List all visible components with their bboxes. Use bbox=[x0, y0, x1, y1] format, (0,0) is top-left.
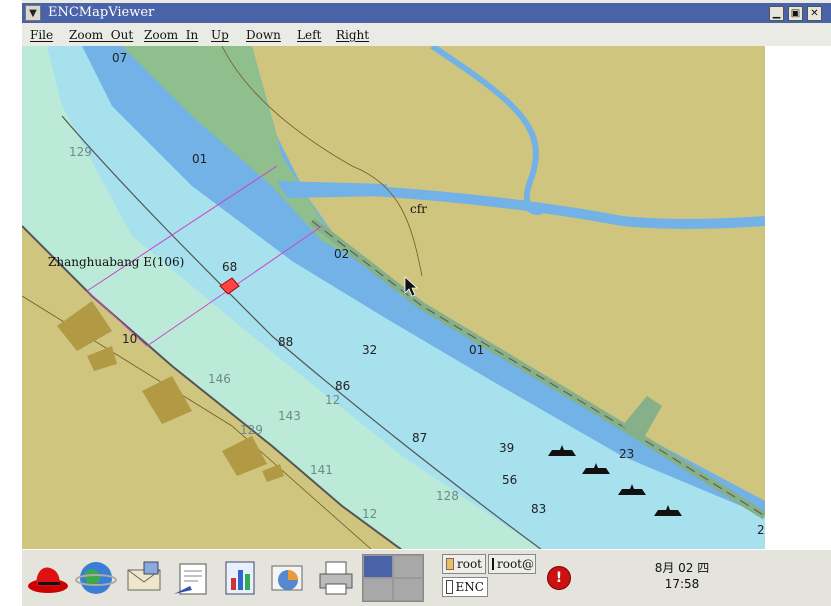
sounding: 146 bbox=[208, 372, 231, 386]
email-client-icon[interactable] bbox=[122, 556, 166, 600]
task-label: ENC bbox=[455, 580, 484, 594]
menu-right[interactable]: Right bbox=[336, 28, 369, 42]
sounding: 68 bbox=[222, 260, 237, 274]
sounding: 10 bbox=[122, 332, 137, 346]
task-label: root bbox=[456, 557, 482, 571]
sounding: 128 bbox=[436, 489, 459, 503]
window-title: ENCMapViewer bbox=[48, 5, 155, 20]
menu-file[interactable]: File bbox=[30, 28, 53, 42]
window-menu-button[interactable]: ▼ bbox=[25, 5, 41, 21]
sounding: 02 bbox=[334, 247, 349, 261]
workspace-3[interactable] bbox=[364, 579, 392, 600]
sounding: 86 bbox=[335, 379, 350, 393]
sounding: 01 bbox=[469, 343, 484, 357]
impress-icon[interactable] bbox=[266, 556, 310, 600]
alert-icon[interactable]: ! bbox=[547, 566, 571, 590]
maximize-button[interactable]: ▣ bbox=[788, 6, 803, 21]
workspace-switcher[interactable] bbox=[362, 554, 424, 602]
redhat-menu-icon[interactable] bbox=[26, 556, 70, 600]
chevron-down-icon: ▼ bbox=[29, 7, 37, 19]
sounding: 83 bbox=[531, 502, 546, 516]
task-button-enc[interactable]: ENC bbox=[442, 577, 488, 597]
clock-time: 17:58 bbox=[664, 577, 700, 591]
close-button[interactable]: ✕ bbox=[807, 6, 822, 21]
menu-left[interactable]: Left bbox=[297, 28, 321, 42]
workspace-4[interactable] bbox=[394, 579, 422, 600]
window-icon bbox=[446, 580, 453, 594]
workspace-1[interactable] bbox=[364, 556, 392, 577]
sounding: 32 bbox=[362, 343, 377, 357]
maximize-icon: ▣ bbox=[790, 7, 801, 19]
sounding: 39 bbox=[499, 441, 514, 455]
menu-bar: File Zoom Out Zoom In Up Down Left Right bbox=[22, 24, 831, 46]
task-button-root-terminal[interactable]: root@ bbox=[488, 554, 536, 574]
title-bar[interactable]: ▼ ENCMapViewer ▁ ▣ ✕ bbox=[22, 3, 831, 23]
close-icon: ✕ bbox=[810, 7, 819, 19]
sounding: 23 bbox=[757, 523, 765, 537]
sounding: 143 bbox=[278, 409, 301, 423]
folder-icon bbox=[446, 558, 454, 570]
clock-date: 8月 02 四 bbox=[654, 561, 710, 575]
sounding: 141 bbox=[310, 463, 333, 477]
printer-icon[interactable] bbox=[314, 556, 358, 600]
sounding: 87 bbox=[412, 431, 427, 445]
taskbar: root root@ ENC ! 8月 02 四 17:58 bbox=[22, 549, 831, 606]
sounding: 88 bbox=[278, 335, 293, 349]
menu-zoom-in[interactable]: Zoom In bbox=[144, 28, 198, 42]
sounding: 07 bbox=[112, 51, 127, 65]
web-browser-icon[interactable] bbox=[74, 556, 118, 600]
calc-icon[interactable] bbox=[218, 556, 262, 600]
sounding: 129 bbox=[69, 145, 92, 159]
feature-label: cfr bbox=[410, 202, 427, 216]
terminal-icon bbox=[492, 558, 494, 570]
sounding: 56 bbox=[502, 473, 517, 487]
sounding: 12 bbox=[325, 393, 340, 407]
task-label: root@ bbox=[497, 557, 535, 571]
harbor-basin bbox=[277, 181, 387, 198]
menu-down[interactable]: Down bbox=[246, 28, 281, 42]
tide-station-label: Zhanghuabang E(106) bbox=[48, 255, 184, 269]
minimize-button[interactable]: ▁ bbox=[769, 6, 784, 21]
sounding: 01 bbox=[192, 152, 207, 166]
writer-icon[interactable] bbox=[170, 556, 214, 600]
minimize-icon: ▁ bbox=[772, 7, 781, 19]
sounding: 23 bbox=[619, 447, 634, 461]
workspace-2[interactable] bbox=[394, 556, 422, 577]
right-margin-panel bbox=[765, 46, 831, 550]
clock[interactable]: 8月 02 四 17:58 bbox=[642, 560, 722, 592]
sounding: 12 bbox=[362, 507, 377, 521]
nautical-chart: Zhanghuabang E(106) cfr 07 01 129 68 02 … bbox=[22, 46, 765, 550]
app-window: ▼ ENCMapViewer ▁ ▣ ✕ File Zoom Out Zoom … bbox=[22, 0, 831, 550]
sounding: 129 bbox=[240, 423, 263, 437]
task-button-root-folder[interactable]: root bbox=[442, 554, 486, 574]
menu-up[interactable]: Up bbox=[211, 28, 229, 42]
map-canvas[interactable]: Zhanghuabang E(106) cfr 07 01 129 68 02 … bbox=[22, 46, 765, 550]
menu-zoom-out[interactable]: Zoom Out bbox=[69, 28, 133, 42]
